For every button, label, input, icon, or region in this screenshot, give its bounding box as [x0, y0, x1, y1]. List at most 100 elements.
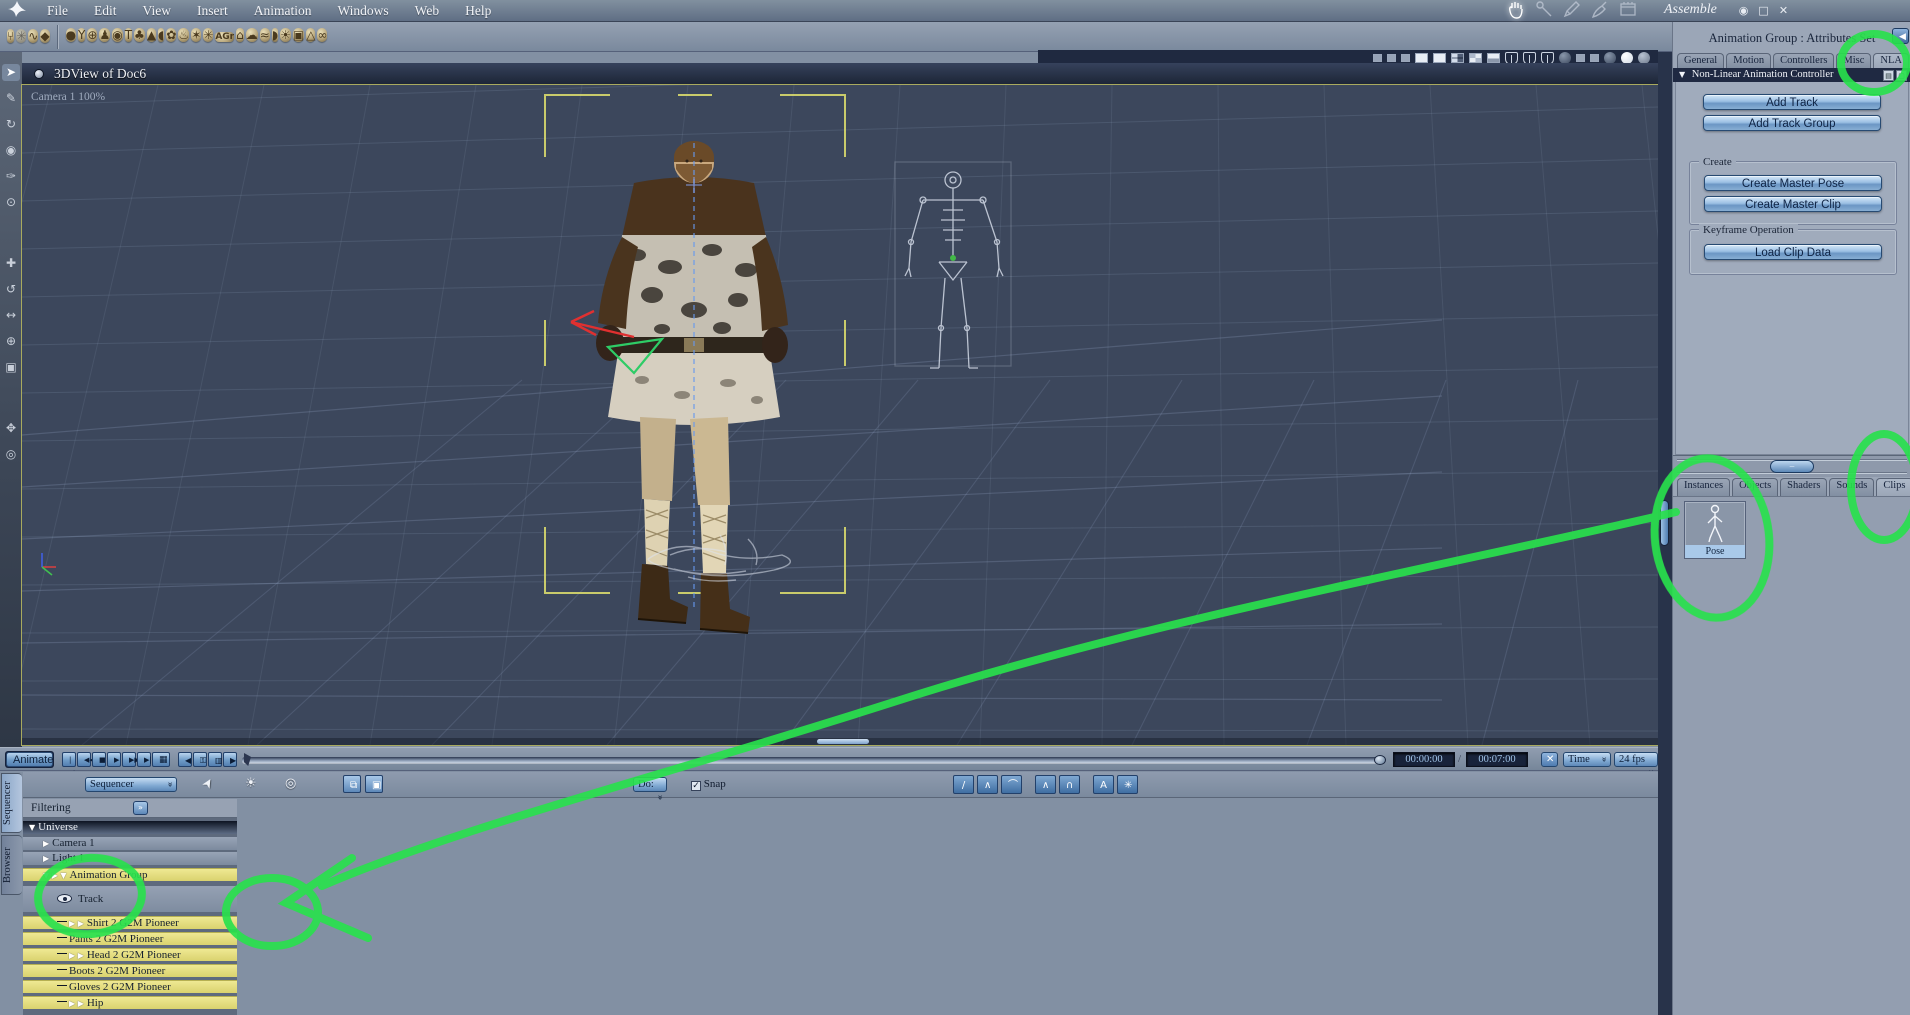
tweener-discrete[interactable]: ∧: [977, 775, 998, 794]
axis-tool-icon[interactable]: ⊕: [2, 333, 20, 350]
browser-tab-clips[interactable]: Clips: [1876, 478, 1910, 496]
side-tab-sequencer[interactable]: Sequencer: [1, 773, 22, 833]
pane-corner-icon[interactable]: [1487, 53, 1500, 63]
tab-nla[interactable]: NLA: [1873, 53, 1909, 68]
add-track-button[interactable]: Add Track: [1703, 94, 1881, 110]
tweener-bezier[interactable]: ⌒: [1001, 775, 1022, 794]
sphere-icon[interactable]: ●: [65, 28, 77, 42]
wire-sphere-icon[interactable]: [1576, 54, 1585, 62]
scrubber-marker[interactable]: [244, 753, 251, 766]
menu-view[interactable]: View: [130, 3, 184, 18]
time-scrubber[interactable]: [242, 753, 1386, 766]
viewport-canvas[interactable]: Camera 1 100%: [21, 84, 1659, 746]
create-master-pose-button[interactable]: Create Master Pose: [1704, 175, 1882, 191]
do-dropdown[interactable]: Do:»: [633, 777, 667, 800]
expand-arrow-icon[interactable]: ▶: [43, 839, 49, 848]
pencil-tool-icon[interactable]: [1562, 0, 1582, 23]
pane-thirds-icon[interactable]: [1451, 53, 1464, 63]
expand-arrow-icon[interactable]: ▶ ▶: [69, 951, 84, 960]
scrubber-end-knob[interactable]: [1374, 755, 1386, 765]
expand-arrow-icon[interactable]: ▶ ▶: [69, 999, 84, 1008]
zoom-tool-icon[interactable]: ◎: [2, 446, 20, 463]
figure-icon[interactable]: ♟: [99, 28, 111, 42]
sun-icon[interactable]: ☀: [245, 776, 257, 791]
track-row-light-1[interactable]: ▶ Light 1: [23, 852, 237, 865]
snap-checkbox-wrap[interactable]: ✓ Snap: [691, 778, 726, 791]
plant-icon[interactable]: ✿: [166, 28, 177, 42]
clip-item-pose[interactable]: Pose: [1684, 501, 1746, 559]
pointer-tool-icon[interactable]: ➤: [2, 64, 20, 81]
tab-general[interactable]: General: [1677, 53, 1725, 68]
maximize-icon[interactable]: □: [1756, 3, 1771, 18]
panel-splitter[interactable]: –: [1673, 455, 1910, 477]
particle-icon[interactable]: ✶: [191, 28, 202, 42]
scale-tool-icon[interactable]: ↔: [2, 307, 20, 324]
magnet-icon[interactable]: ⊙: [2, 194, 20, 211]
grid-small-icon[interactable]: [1401, 54, 1410, 62]
track-row-track[interactable]: Track: [23, 886, 237, 912]
house-icon[interactable]: ⌂: [236, 28, 244, 42]
nla-section-header[interactable]: ▼ Non-Linear Animation Controller ▤ ▢: [1673, 68, 1910, 82]
box-preview-icon[interactable]: [1590, 54, 1599, 62]
tweener-bounce[interactable]: ∩: [1059, 775, 1080, 794]
pane-split-icon[interactable]: [1433, 53, 1446, 63]
menu-web[interactable]: Web: [402, 3, 452, 18]
back-arrow-button[interactable]: ◀: [1892, 28, 1909, 44]
hair-icon[interactable]: ✳: [203, 28, 214, 42]
forward-button[interactable]: ▶▶: [122, 752, 140, 767]
magnifier-icon[interactable]: ◎: [285, 776, 296, 791]
paint-tool-icon[interactable]: ◆: [40, 29, 50, 43]
stop-button[interactable]: ■: [92, 752, 106, 767]
shell-icon[interactable]: ◗: [271, 28, 279, 42]
track-row-gloves-2-g2m-pioneer[interactable]: Gloves 2 G2M Pioneer: [23, 980, 237, 993]
load-icon[interactable]: ▢: [1896, 70, 1907, 81]
wave-icon[interactable]: ≈: [259, 28, 270, 42]
film-tool-icon[interactable]: [1618, 0, 1638, 23]
create-master-clip-button[interactable]: Create Master Clip: [1704, 196, 1882, 212]
browser-tab-objects[interactable]: Objects: [1732, 478, 1779, 496]
link-icon[interactable]: ∞: [317, 28, 328, 42]
menu-windows[interactable]: Windows: [324, 3, 401, 18]
camera-obj-icon[interactable]: ▣: [292, 28, 305, 42]
browser-tab-shaders[interactable]: Shaders: [1780, 478, 1828, 496]
menu-file[interactable]: File: [34, 3, 81, 18]
viewport-title-bar[interactable]: 3DView of Doc6: [22, 63, 1658, 85]
add-key-button[interactable]: ⚿: [193, 752, 207, 767]
grid-small-icon[interactable]: [1387, 54, 1396, 62]
pane-single-icon[interactable]: [1415, 53, 1428, 63]
track-row-animation-group[interactable]: ▼ ▶ ▼ Animation Group: [23, 868, 237, 881]
go-end-button[interactable]: ▶|: [137, 752, 152, 767]
viewport-hscrollbar[interactable]: [22, 738, 1658, 745]
save-icon[interactable]: ▤: [1883, 70, 1894, 81]
curve-tool-icon[interactable]: ∿: [28, 29, 39, 43]
close-icon[interactable]: ✕: [1776, 3, 1791, 18]
track-row-boots-2-g2m-pioneer[interactable]: Boots 2 G2M Pioneer: [23, 964, 237, 977]
marquee-button[interactable]: ⧉: [343, 775, 361, 793]
delete-key-button[interactable]: ▥: [208, 752, 223, 767]
expand-arrow-icon[interactable]: ▼ ▶ ▼: [43, 871, 67, 880]
vase-icon[interactable]: Y: [78, 28, 86, 42]
flame-icon[interactable]: ♨: [178, 28, 190, 42]
hscroll-thumb[interactable]: [817, 739, 869, 744]
text-icon[interactable]: T: [124, 28, 133, 42]
menu-edit[interactable]: Edit: [81, 3, 130, 18]
track-row-shirt-2-g2m-pioneer[interactable]: ▶ ▶ Shirt 2 G2M Pioneer: [23, 916, 237, 929]
splitter-handle[interactable]: –: [1770, 460, 1814, 473]
menu-help[interactable]: Help: [452, 3, 504, 18]
time-mode-dropdown[interactable]: Time»: [1563, 752, 1611, 767]
load-clip-data-button[interactable]: Load Clip Data: [1704, 244, 1882, 260]
pane-quad-icon[interactable]: [1469, 53, 1482, 63]
tweener-oscillate[interactable]: ∧: [1035, 775, 1056, 794]
track-row-camera-1[interactable]: ▶ Camera 1: [23, 837, 237, 850]
grid-small-icon[interactable]: [1373, 54, 1382, 62]
cloud-icon[interactable]: ☁: [245, 28, 258, 42]
browser-tab-instances[interactable]: Instances: [1677, 478, 1731, 496]
animate-button[interactable]: Animate: [6, 752, 53, 767]
globe-icon[interactable]: ⊕: [87, 28, 98, 42]
pen-tool-icon[interactable]: ✎: [2, 90, 20, 107]
animation-group-icon[interactable]: AGr: [215, 32, 235, 42]
side-tab-browser[interactable]: Browser: [1, 835, 22, 895]
track-row-pants-2-g2m-pioneer[interactable]: Pants 2 G2M Pioneer: [23, 932, 237, 945]
end-time-field[interactable]: 00:07:00: [1466, 752, 1528, 767]
target-icon[interactable]: ◉: [112, 28, 123, 42]
